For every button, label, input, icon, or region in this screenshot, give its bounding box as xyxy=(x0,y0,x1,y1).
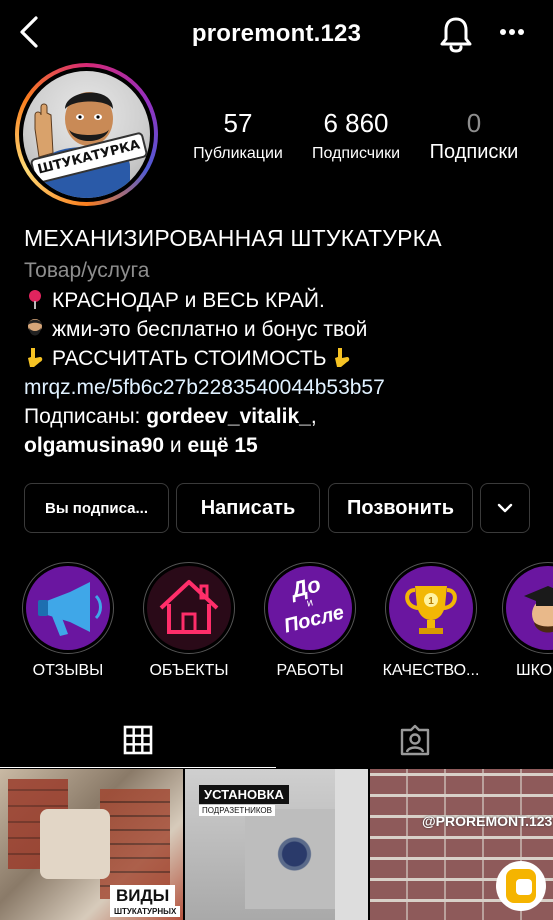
highlight-objects[interactable]: ОБЪЕКТЫ xyxy=(139,562,239,680)
house-icon xyxy=(159,580,219,634)
point-down-icon xyxy=(334,348,349,367)
followed-by-user-1[interactable]: gordeev_vitalik_ xyxy=(146,405,311,428)
highlight-works-label: РАБОТЫ xyxy=(276,662,344,679)
followed-by-more[interactable]: ещё 15 xyxy=(187,434,257,457)
post-caption: УСТАНОВКА xyxy=(199,785,289,804)
grid-icon xyxy=(123,725,153,754)
highlight-school-label: ШКО xyxy=(516,662,553,679)
top-bar: proremont.123 xyxy=(0,0,553,68)
following-count-label: Подписки xyxy=(429,141,519,163)
post-caption: @PROREMONT.123 xyxy=(422,813,553,829)
expand-suggestions-button[interactable] xyxy=(480,483,530,533)
highlight-quality-label: КАЧЕСТВО... xyxy=(382,662,480,679)
bell-icon xyxy=(440,17,472,53)
chevron-down-icon xyxy=(497,503,513,513)
bio-line-location: КРАСНОДАР и ВЕСЬ КРАЙ. xyxy=(24,286,544,315)
profile-tabs xyxy=(0,712,553,768)
post-subcaption: ШТУКАТУРНЫХ xyxy=(110,906,181,917)
graduate-icon xyxy=(524,586,553,633)
notifications-button[interactable] xyxy=(438,15,474,53)
followers-count[interactable]: 6 860 Подписчики xyxy=(300,108,412,163)
call-button[interactable]: Позвонить xyxy=(328,483,473,533)
profile-bio: МЕХАНИЗИРОВАННАЯ ШТУКАТУРКА Товар/услуга… xyxy=(24,222,544,460)
followers-count-label: Подписчики xyxy=(311,145,400,162)
pin-icon xyxy=(29,290,41,309)
highlight-reviews-label: ОТЗЫВЫ xyxy=(32,662,104,679)
highlight-objects-label: ОБЪЕКТЫ xyxy=(149,662,229,679)
bio-line-cost: РАССЧИТАТЬ СТОИМОСТЬ xyxy=(24,344,544,373)
post-subcaption: ПОДРАЗЕТНИКОВ xyxy=(199,805,275,816)
following-count-value: 0 xyxy=(466,108,482,138)
highlight-reviews[interactable]: ОТЗЫВЫ xyxy=(18,562,118,680)
message-button[interactable]: Написать xyxy=(176,483,320,533)
point-down-icon xyxy=(28,348,43,367)
trophy-icon: 1 xyxy=(405,586,457,634)
followed-by-line-2[interactable]: olgamusina90 и ещё 15 xyxy=(24,431,544,460)
posts-count-label: Публикации xyxy=(193,145,283,162)
post-thumbnail[interactable]: УСТАНОВКА ПОДРАЗЕТНИКОВ xyxy=(185,769,368,920)
bearded-man-icon xyxy=(28,319,42,336)
avatar-image: ШТУКАТУРКА xyxy=(23,71,150,198)
following-button[interactable]: Вы подписа... xyxy=(24,483,169,533)
more-options-button[interactable] xyxy=(497,20,527,44)
followed-by-line-1[interactable]: Подписаны: gordeev_vitalik_, xyxy=(24,402,544,431)
following-count[interactable]: 0 Подписки xyxy=(420,108,528,164)
app-logo xyxy=(496,861,546,911)
profile-category: Товар/услуга xyxy=(24,259,150,282)
before-after-icon: До и После xyxy=(268,566,352,650)
highlight-quality[interactable]: 1 КАЧЕСТВО... xyxy=(381,562,481,680)
followed-by-user-2[interactable]: olgamusina90 xyxy=(24,434,164,457)
tab-posts-grid[interactable] xyxy=(0,712,276,768)
profile-name: МЕХАНИЗИРОВАННАЯ ШТУКАТУРКА xyxy=(24,225,442,251)
highlight-works[interactable]: До и После РАБОТЫ xyxy=(260,562,360,680)
bio-line-bonus: жми-это бесплатно и бонус твой xyxy=(24,315,544,344)
bio-link[interactable]: mrqz.me/5fb6c27b2283540044b53b57 xyxy=(24,373,544,402)
tagged-person-icon xyxy=(400,724,430,756)
megaphone-icon xyxy=(38,582,102,636)
post-thumbnail[interactable]: ВИДЫ ШТУКАТУРНЫХ xyxy=(0,769,183,920)
highlight-school[interactable]: ШКО xyxy=(502,562,553,680)
tab-tagged[interactable] xyxy=(277,712,553,768)
svg-text:1: 1 xyxy=(428,596,434,607)
posts-grid: ВИДЫ ШТУКАТУРНЫХ УСТАНОВКА ПОДРАЗЕТНИКОВ… xyxy=(0,769,553,920)
followers-count-value: 6 860 xyxy=(323,108,389,138)
bio-link-url[interactable]: mrqz.me/5fb6c27b2283540044b53b57 xyxy=(24,376,385,399)
posts-count[interactable]: 57 Публикации xyxy=(186,108,290,163)
posts-count-value: 57 xyxy=(223,108,253,138)
more-horizontal-icon xyxy=(500,29,524,35)
profile-avatar[interactable]: ШТУКАТУРКА xyxy=(15,63,158,206)
post-thumbnail[interactable]: @PROREMONT.123 xyxy=(370,769,553,920)
post-caption: ВИДЫ xyxy=(110,885,176,907)
